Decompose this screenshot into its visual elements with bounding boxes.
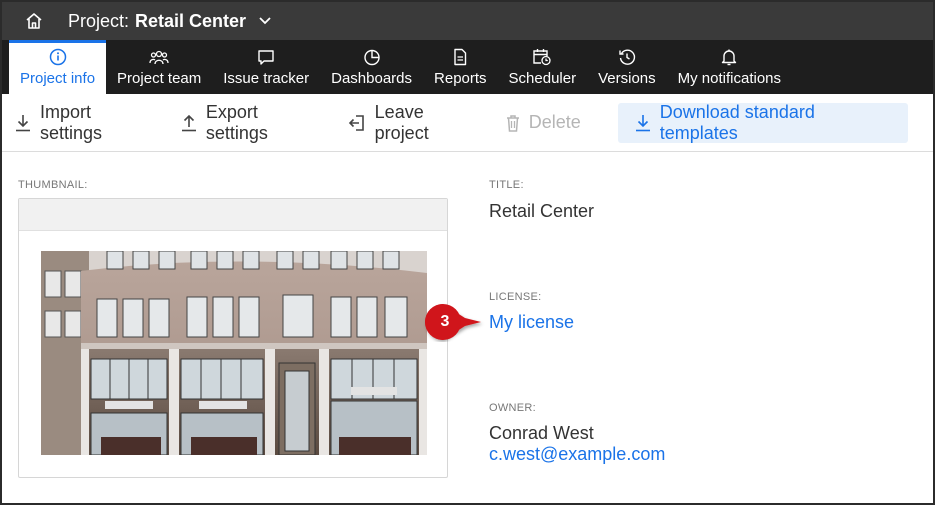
download-standard-templates-button[interactable]: Download standard templates	[617, 101, 908, 143]
leave-project-button[interactable]: Leave project	[347, 102, 480, 144]
tab-label: Dashboards	[331, 70, 413, 87]
chat-bubble-icon	[257, 46, 275, 68]
delete-button[interactable]: Delete	[505, 112, 581, 133]
calendar-clock-icon	[532, 46, 552, 68]
tab-versions[interactable]: Versions	[587, 40, 667, 94]
tab-label: Project info	[20, 70, 96, 87]
exit-icon	[347, 113, 367, 133]
license-link[interactable]: My license	[489, 312, 574, 333]
tab-label: Scheduler	[508, 70, 577, 87]
home-button[interactable]	[14, 2, 54, 40]
pie-chart-icon	[363, 46, 381, 68]
tab-reports[interactable]: Reports	[423, 40, 498, 94]
title-value: Retail Center	[489, 201, 595, 221]
history-icon	[618, 46, 636, 68]
toolbar: Import settings Export settings Leave pr…	[2, 94, 933, 152]
tab-label: Reports	[434, 70, 487, 87]
building-thumbnail-image	[41, 251, 427, 455]
callout-number: 3	[440, 313, 450, 330]
download-icon	[14, 113, 32, 133]
thumbnail-card[interactable]	[18, 198, 448, 478]
import-settings-label: Import settings	[40, 101, 103, 143]
chevron-down-icon	[258, 16, 272, 26]
export-settings-label: Export settings	[205, 101, 268, 143]
import-settings-button[interactable]: Import settings	[14, 102, 155, 144]
callout-marker: 3	[423, 302, 485, 342]
title-bar: Project: Retail Center	[2, 2, 933, 40]
tab-label: Project team	[117, 70, 202, 87]
tab-scheduler[interactable]: Scheduler	[498, 40, 588, 94]
delete-label: Delete	[528, 112, 581, 132]
title-label: TITLE:	[489, 179, 524, 191]
tab-label: My notifications	[677, 70, 782, 87]
app-window: Project: Retail Center Project info Proj…	[0, 0, 935, 505]
tab-issue-tracker[interactable]: Issue tracker	[212, 40, 320, 94]
owner-email-link[interactable]: c.west@example.com	[489, 444, 665, 465]
tab-project-team[interactable]: Project team	[106, 40, 212, 94]
download-icon	[634, 113, 652, 133]
license-label: LICENSE:	[489, 291, 542, 303]
project-prefix: Project:	[68, 10, 130, 31]
thumbnail-header	[19, 199, 447, 231]
owner-name: Conrad West	[489, 423, 594, 443]
tab-dashboards[interactable]: Dashboards	[320, 40, 423, 94]
trash-icon	[505, 113, 521, 133]
owner-label: OWNER:	[489, 402, 537, 414]
project-name: Retail Center	[135, 10, 247, 31]
download-standard-templates-label: Download standard templates	[659, 101, 815, 143]
tab-label: Issue tracker	[223, 70, 310, 87]
team-icon	[149, 46, 169, 68]
upload-icon	[180, 113, 198, 133]
home-icon	[26, 13, 42, 29]
tab-label: Versions	[598, 70, 656, 87]
tab-bar: Project info Project team Issue tracker …	[2, 40, 933, 94]
export-settings-button[interactable]: Export settings	[180, 102, 322, 144]
leave-project-label: Leave project	[374, 101, 429, 143]
thumbnail-label: THUMBNAIL:	[18, 179, 88, 191]
document-icon	[452, 46, 468, 68]
info-icon	[49, 46, 67, 68]
bell-icon	[720, 46, 738, 68]
project-selector[interactable]: Project: Retail Center	[68, 11, 272, 32]
tab-my-notifications[interactable]: My notifications	[667, 40, 792, 94]
tab-project-info[interactable]: Project info	[9, 40, 107, 94]
